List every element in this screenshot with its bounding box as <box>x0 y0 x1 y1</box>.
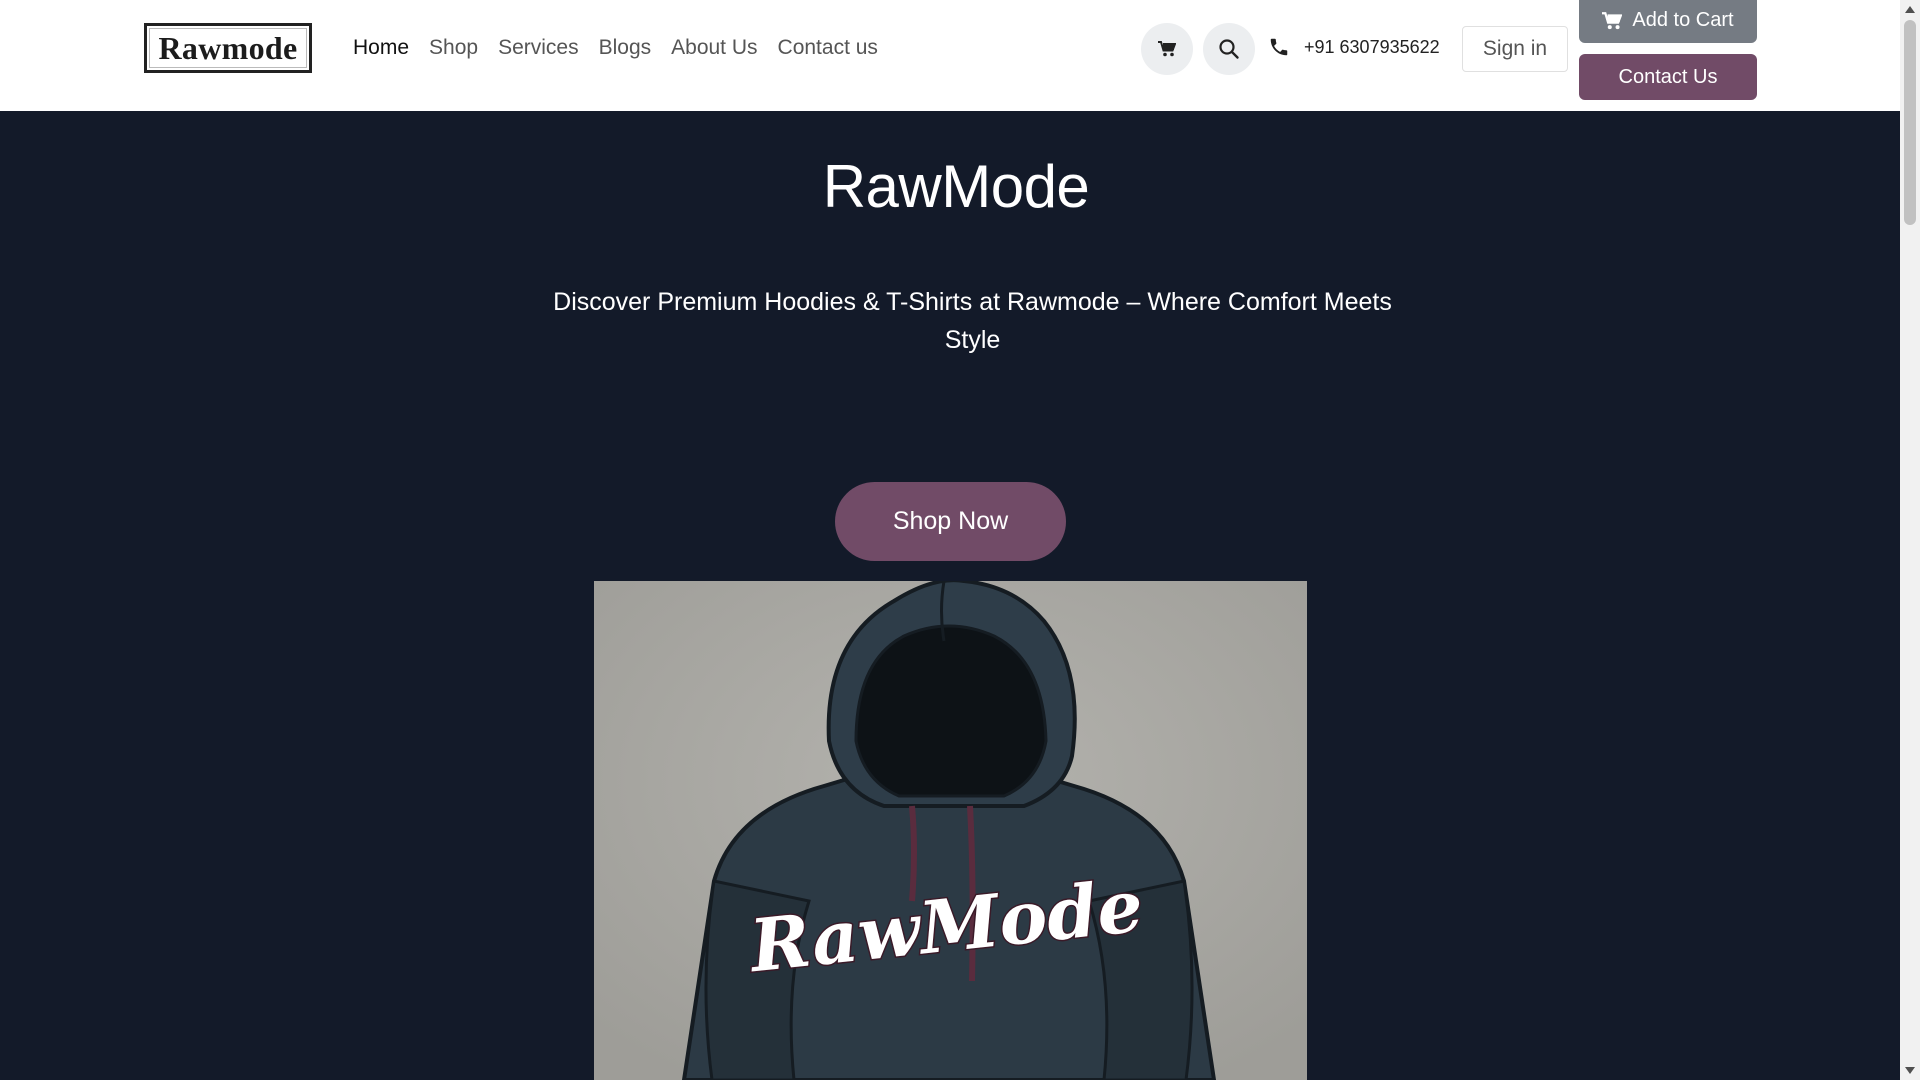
contact-us-button[interactable]: Contact Us <box>1579 54 1757 100</box>
search-button[interactable] <box>1203 23 1255 75</box>
hero-subtitle: Discover Premium Hoodies & T-Shirts at R… <box>553 288 1392 354</box>
nav-services[interactable]: Services <box>498 36 579 60</box>
main-nav: Home Shop Services Blogs About Us Contac… <box>353 36 898 60</box>
nav-blogs[interactable]: Blogs <box>599 36 652 60</box>
site-header: Rawmode Home Shop Services Blogs About U… <box>0 0 1900 111</box>
cart-button[interactable] <box>1141 23 1193 75</box>
phone-icon <box>1270 38 1288 56</box>
hoodie-illustration: RawMode <box>594 581 1307 1080</box>
site-logo[interactable]: Rawmode <box>144 23 312 73</box>
hoodie-image: RawMode <box>594 581 1307 1080</box>
nav-home[interactable]: Home <box>353 36 409 60</box>
shop-now-button[interactable]: Shop Now <box>835 482 1066 561</box>
scroll-thumb[interactable] <box>1904 20 1916 225</box>
nav-about-us[interactable]: About Us <box>671 36 757 60</box>
scroll-up-icon[interactable] <box>1905 6 1915 13</box>
hero-title: RawMode <box>822 153 1090 220</box>
cart-icon <box>1602 11 1623 29</box>
nav-shop[interactable]: Shop <box>429 36 478 60</box>
phone-contact[interactable]: +91 6307935622 <box>1268 36 1440 58</box>
page-scrollbar[interactable] <box>1900 0 1920 1080</box>
cart-icon <box>1158 41 1176 57</box>
add-to-cart-button[interactable]: Add to Cart <box>1579 0 1757 43</box>
scroll-down-icon[interactable] <box>1905 1067 1915 1074</box>
search-icon <box>1219 39 1239 59</box>
sign-in-button[interactable]: Sign in <box>1462 26 1568 72</box>
phone-number: +91 6307935622 <box>1304 36 1440 57</box>
nav-contact-us[interactable]: Contact us <box>778 36 878 60</box>
add-to-cart-label: Add to Cart <box>1632 9 1734 31</box>
